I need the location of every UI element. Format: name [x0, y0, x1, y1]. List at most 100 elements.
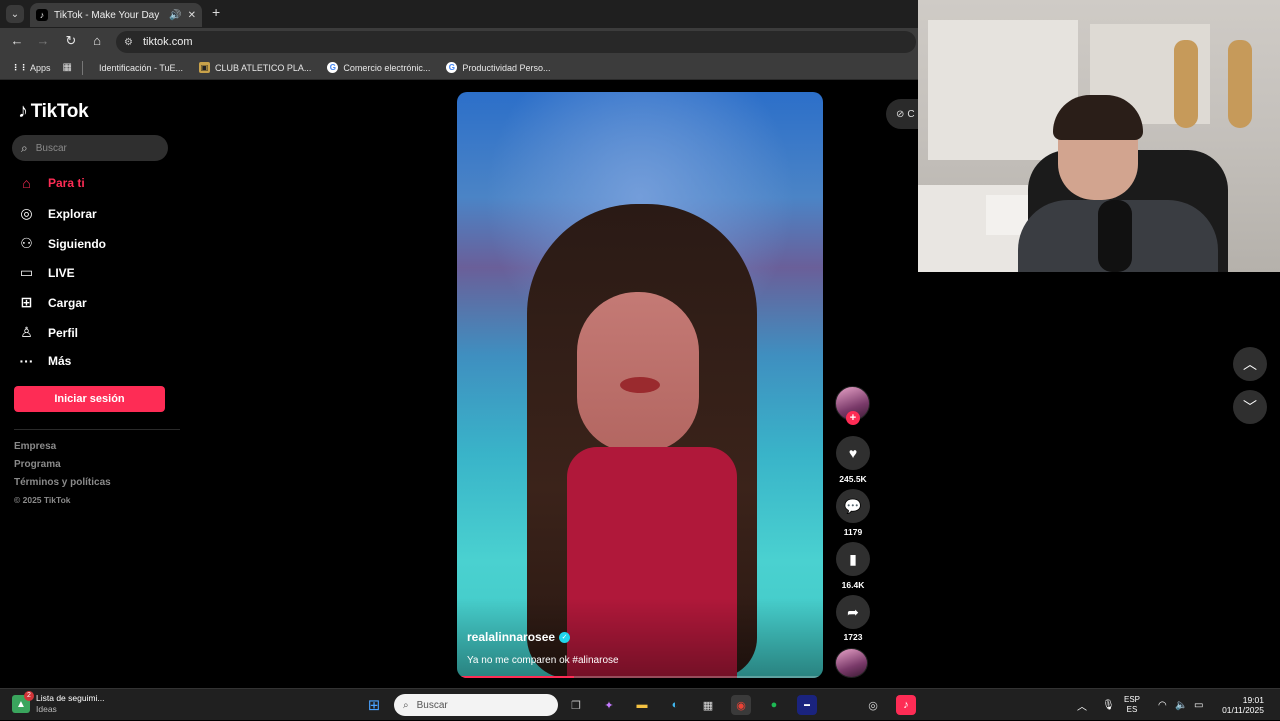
tiktok-app-icon[interactable]: ♪ [896, 695, 916, 715]
footer-link-company[interactable]: Empresa [14, 441, 56, 452]
webcam-overlay [918, 0, 1280, 272]
following-icon: ⚇ [20, 235, 33, 251]
bookmark-identificacion[interactable]: Identificación - TuE... [93, 63, 189, 73]
back-icon[interactable]: ← [8, 33, 26, 48]
stocks-icon: ▲ 2 [12, 691, 34, 713]
sidebar-divider [14, 429, 180, 430]
verified-icon: ✓ [559, 631, 571, 643]
follow-plus-icon[interactable]: + [846, 411, 860, 425]
next-video-button[interactable]: ﹀ [1233, 390, 1267, 424]
login-button[interactable]: Iniciar sesión [14, 386, 165, 412]
url-text: tiktok.com [142, 36, 193, 48]
chevron-up-icon: ︿ [1243, 356, 1257, 372]
compass-icon: ◎ [20, 205, 33, 221]
widget-badge: 2 [24, 691, 34, 701]
copyright: © 2025 TikTok [14, 495, 71, 505]
home-icon: ⌂ [22, 175, 31, 191]
battery-icon[interactable]: ▭ [1194, 689, 1203, 721]
widget-subtitle: Ideas [36, 704, 57, 714]
game-icon[interactable]: ◎ [863, 695, 883, 715]
reload-icon[interactable]: ↻ [62, 33, 80, 49]
previous-video-button[interactable]: ︿ [1233, 347, 1267, 381]
search-input[interactable]: ⌕ Buscar [12, 135, 168, 161]
tiktok-favicon-icon: ♪ [36, 9, 48, 21]
footer-link-program[interactable]: Programa [14, 459, 61, 470]
comment-count: 1179 [843, 527, 863, 537]
task-view-icon[interactable]: ❐ [566, 695, 586, 715]
bookmark-apps[interactable]: ⋮⋮ Apps [8, 62, 57, 73]
live-icon: ▭ [19, 264, 34, 280]
video-username[interactable]: realalinnarosee ✓ [467, 630, 571, 644]
bookmark-comercio[interactable]: G Comercio electrónic... [321, 62, 436, 73]
volume-icon[interactable]: 🔈 [1175, 689, 1187, 721]
taskbar-widget[interactable]: ▲ 2 Lista de seguimi... Ideas [12, 691, 105, 715]
panel-toggle-icon: ⊘ [896, 108, 905, 120]
browser-tab-bar: ⌄ ♪ TikTok - Make Your Day 🔊 ✕ + [0, 0, 918, 28]
tiktok-logo[interactable]: ♪ TikTok [18, 100, 89, 123]
spotify-icon[interactable]: ● [764, 695, 784, 715]
file-explorer-icon[interactable]: ▬ [632, 695, 652, 715]
sound-disc[interactable] [835, 648, 868, 678]
share-count: 1723 [843, 632, 863, 642]
comment-icon: 💬 [844, 497, 862, 514]
share-icon: ➦ [847, 603, 859, 620]
nav-live[interactable]: ▭ LIVE [18, 264, 75, 281]
apps-grid-icon: ⋮⋮ [11, 63, 28, 72]
tab-search-chevron-icon[interactable]: ⌄ [6, 5, 24, 23]
copilot-icon[interactable]: ✦ [599, 695, 619, 715]
video-progress-bar[interactable] [457, 676, 823, 678]
bookmark-productividad[interactable]: G Productividad Perso... [440, 62, 556, 73]
windows-taskbar: ▲ 2 Lista de seguimi... Ideas ⊞ ⌕ Buscar… [0, 688, 1280, 720]
site-settings-icon[interactable]: ⚙ [124, 37, 133, 48]
wifi-icon[interactable]: ◠ [1158, 689, 1167, 721]
bookmarks-bar: ⋮⋮ Apps ▦ Identificación - TuE... ▣ CLUB… [0, 56, 918, 80]
video-caption: Ya no me comparen ok #alinarose [467, 655, 619, 666]
start-windows-icon[interactable]: ⊞ [364, 695, 384, 715]
google-icon: G [327, 62, 339, 73]
new-tab-icon[interactable]: + [212, 4, 220, 20]
nav-for-you[interactable]: ⌂ Para ti [18, 175, 84, 191]
video-player[interactable]: realalinnarosee ✓ Ya no me comparen ok #… [457, 92, 823, 678]
share-button[interactable]: ➦ [836, 595, 870, 629]
tray-overflow-icon[interactable]: ︿ [1077, 689, 1087, 721]
clock[interactable]: 19:01 01/11/2025 [1214, 695, 1264, 715]
store-icon[interactable]: ▦ [698, 695, 718, 715]
close-tab-icon[interactable]: ✕ [188, 10, 196, 21]
nav-following[interactable]: ⚇ Siguiendo [18, 235, 106, 252]
app-icon[interactable]: ▬ [797, 695, 817, 715]
chrome-icon[interactable]: ◉ [731, 695, 751, 715]
nav-explore[interactable]: ◎ Explorar [18, 205, 96, 222]
widget-title: Lista de seguimi... [36, 693, 105, 703]
comment-button[interactable]: 💬 [836, 489, 870, 523]
taskbar-search[interactable]: ⌕ Buscar [394, 694, 558, 716]
guitar [1174, 40, 1198, 128]
edge-icon[interactable]: ◐ [665, 695, 685, 715]
tab-audio-icon[interactable]: 🔊 [169, 10, 181, 21]
profile-icon: ♙ [20, 324, 33, 340]
microphone-icon[interactable]: 🎙 [1102, 689, 1115, 721]
nav-upload[interactable]: ⊞ Cargar [18, 294, 87, 311]
guitar [1228, 40, 1252, 128]
search-icon: ⌕ [21, 140, 28, 155]
heart-icon: ♥ [848, 445, 858, 461]
active-tab[interactable]: ♪ TikTok - Make Your Day 🔊 ✕ [30, 3, 202, 27]
language-indicator[interactable]: ESP ES [1124, 695, 1140, 715]
home-browser-icon[interactable]: ⌂ [88, 33, 106, 48]
club-icon: ▣ [199, 62, 211, 73]
microphone [1098, 200, 1132, 272]
save-button[interactable]: ▮ [836, 542, 870, 576]
forward-icon[interactable]: → [34, 33, 52, 48]
nav-profile[interactable]: ♙ Perfil [18, 324, 78, 341]
like-button[interactable]: ♥ [836, 436, 870, 470]
nav-more[interactable]: ··· Más [18, 353, 72, 369]
bookmark-icon: ▮ [849, 550, 857, 567]
search-icon: ⌕ [403, 699, 409, 711]
tab-groups-icon[interactable]: ▦ [63, 62, 72, 73]
address-bar[interactable]: ⚙ tiktok.com [116, 31, 916, 53]
bookmark-club-atletico[interactable]: ▣ CLUB ATLETICO PLA... [193, 62, 317, 73]
bookmark-divider [81, 60, 83, 75]
footer-link-terms[interactable]: Términos y políticas [14, 477, 111, 488]
tiktok-note-icon: ♪ [18, 100, 28, 122]
chevron-down-icon: ﹀ [1243, 399, 1257, 415]
like-count: 245.5K [839, 474, 867, 484]
